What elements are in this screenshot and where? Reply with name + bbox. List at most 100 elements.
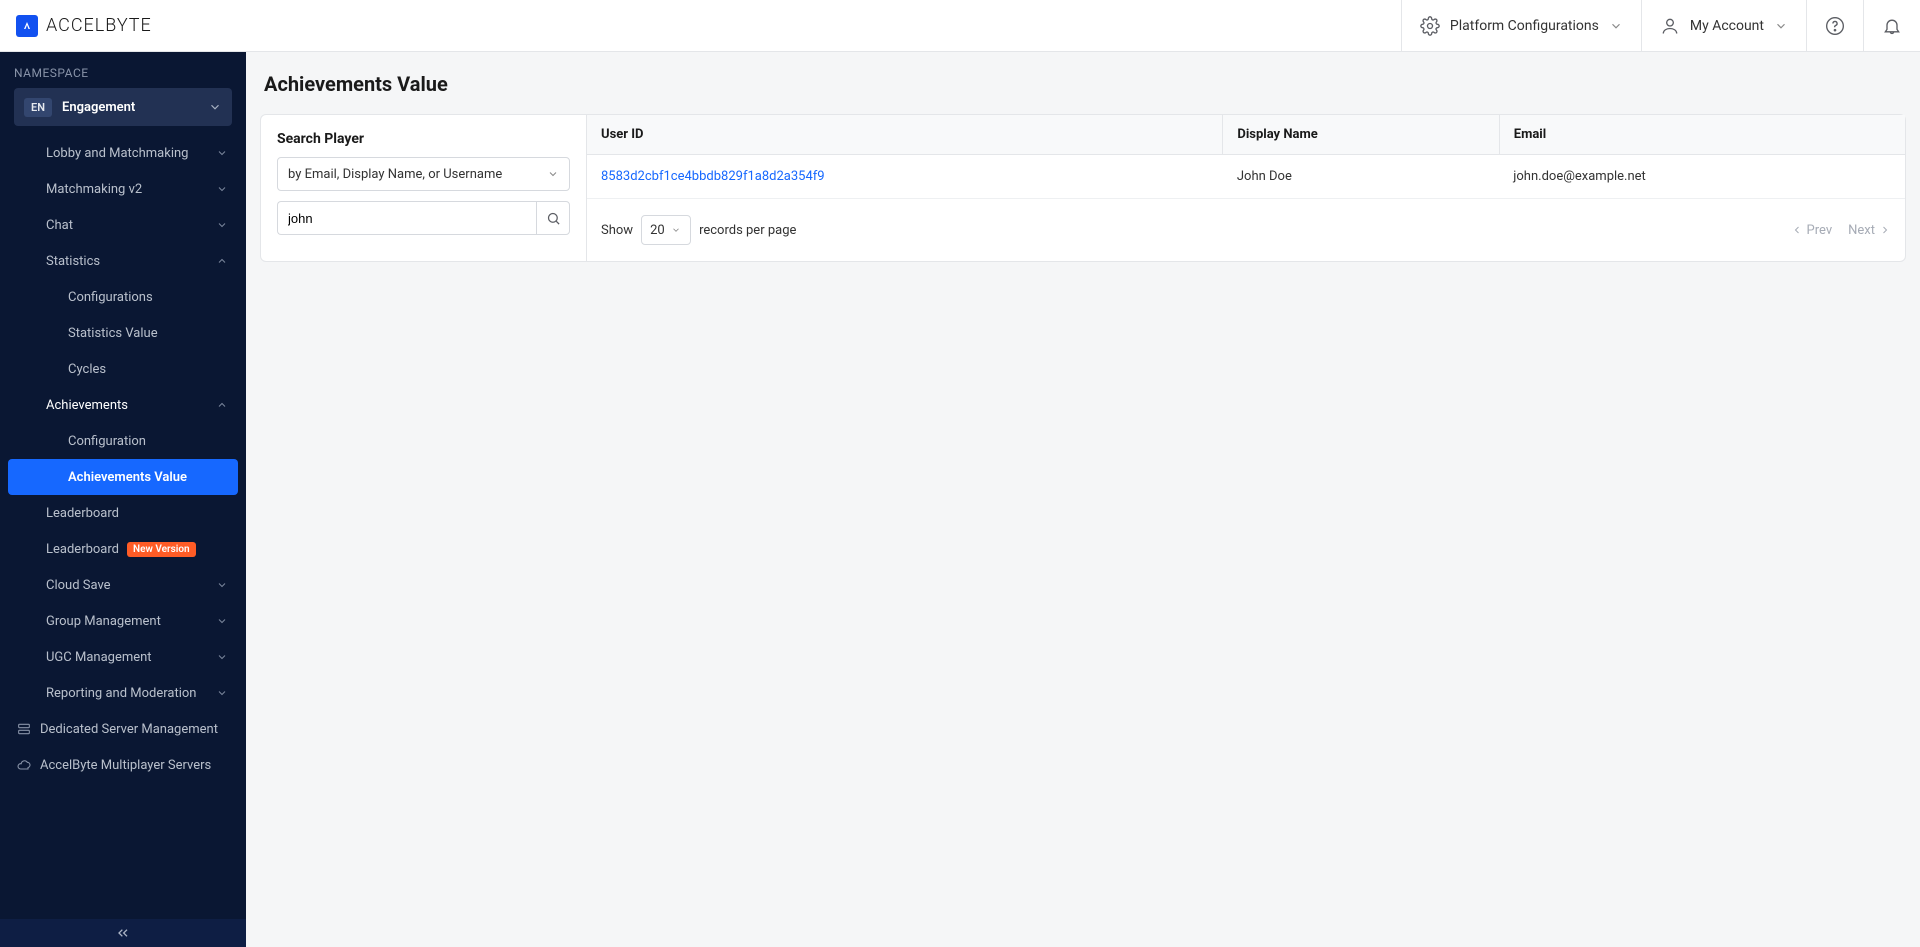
- sidebar-item-statistics-cycles[interactable]: Cycles: [0, 351, 246, 387]
- content: Achievements Value Search Player by Emai…: [246, 52, 1920, 947]
- help-button[interactable]: [1806, 0, 1863, 51]
- nav-label: Chat: [46, 218, 73, 233]
- chevron-down-icon: [1609, 19, 1623, 33]
- cloud-icon: [16, 757, 32, 773]
- chevron-down-icon: [547, 168, 559, 180]
- chevron-down-icon: [671, 225, 681, 235]
- notifications-button[interactable]: [1863, 0, 1920, 51]
- nav-label: UGC Management: [46, 650, 152, 665]
- my-account-menu[interactable]: My Account: [1641, 0, 1806, 51]
- nav-label: Configuration: [68, 434, 146, 449]
- sidebar-nav: Lobby and Matchmaking Matchmaking v2 Cha…: [0, 134, 246, 919]
- help-icon: [1825, 16, 1845, 36]
- bell-icon: [1882, 16, 1902, 36]
- chevron-down-icon: [216, 147, 228, 159]
- nav-label: Reporting and Moderation: [46, 686, 196, 701]
- page-size-value: 20: [650, 223, 665, 238]
- sidebar-item-accelbyte-multiplayer-servers[interactable]: AccelByte Multiplayer Servers: [0, 747, 246, 783]
- namespace-tag: EN: [24, 98, 52, 117]
- main-panel: Search Player by Email, Display Name, or…: [260, 114, 1906, 262]
- namespace-selector[interactable]: EN Engagement: [14, 88, 232, 126]
- nav-label: Cycles: [68, 362, 106, 377]
- search-mode-value: by Email, Display Name, or Username: [288, 167, 502, 182]
- sidebar-collapse-button[interactable]: [0, 919, 246, 947]
- search-mode-select[interactable]: by Email, Display Name, or Username: [277, 157, 570, 191]
- th-email: Email: [1499, 115, 1905, 155]
- brand[interactable]: ACCELBYTE: [0, 0, 246, 51]
- topbar: ACCELBYTE Platform Configurations My Acc…: [0, 0, 1920, 52]
- chevron-down-icon: [216, 651, 228, 663]
- pager-prev-label: Prev: [1807, 223, 1833, 238]
- page-size-select[interactable]: 20: [641, 215, 691, 245]
- chevron-down-icon: [216, 615, 228, 627]
- pager-next-label: Next: [1848, 223, 1875, 238]
- chevron-down-icon: [1774, 19, 1788, 33]
- nav-label: Lobby and Matchmaking: [46, 146, 188, 161]
- nav-label: Matchmaking v2: [46, 182, 142, 197]
- my-account-label: My Account: [1690, 18, 1764, 34]
- nav-label: Statistics Value: [68, 326, 158, 341]
- search-input[interactable]: [277, 201, 536, 235]
- pager: Show 20 records per page Prev Next: [587, 199, 1905, 245]
- page-title: Achievements Value: [246, 52, 1920, 114]
- pager-show-label: Show: [601, 223, 633, 238]
- new-version-badge: New Version: [127, 542, 196, 557]
- sidebar-item-achievements[interactable]: Achievements: [0, 387, 246, 423]
- pager-prev-button[interactable]: Prev: [1791, 223, 1833, 238]
- pager-next-button[interactable]: Next: [1848, 223, 1891, 238]
- platform-config-menu[interactable]: Platform Configurations: [1401, 0, 1641, 51]
- sidebar-item-group-management[interactable]: Group Management: [0, 603, 246, 639]
- sidebar-item-dedicated-server-management[interactable]: Dedicated Server Management: [0, 711, 246, 747]
- chevron-down-icon: [208, 100, 222, 114]
- chevron-down-icon: [216, 579, 228, 591]
- server-icon: [16, 721, 32, 737]
- nav-label: Group Management: [46, 614, 161, 629]
- platform-config-label: Platform Configurations: [1450, 18, 1599, 34]
- sidebar-item-reporting-moderation[interactable]: Reporting and Moderation: [0, 675, 246, 711]
- sidebar-item-achievements-value[interactable]: Achievements Value: [8, 459, 238, 495]
- nav-label: Configurations: [68, 290, 153, 305]
- sidebar-item-leaderboard[interactable]: Leaderboard: [0, 495, 246, 531]
- results-table: User ID Display Name Email 8583d2cbf1ce4…: [587, 115, 1905, 199]
- nav-label: Cloud Save: [46, 578, 111, 593]
- chevron-down-icon: [216, 183, 228, 195]
- namespace-name: Engagement: [62, 100, 198, 115]
- nav-label: Dedicated Server Management: [40, 722, 218, 737]
- search-button[interactable]: [536, 201, 570, 235]
- user-id-link[interactable]: 8583d2cbf1ce4bbdb829f1a8d2a354f9: [601, 169, 825, 184]
- sidebar-item-leaderboard-new[interactable]: Leaderboard New Version: [0, 531, 246, 567]
- nav-label: Achievements: [46, 398, 128, 413]
- sidebar-item-statistics[interactable]: Statistics: [0, 243, 246, 279]
- search-heading: Search Player: [277, 131, 570, 147]
- chevron-down-icon: [216, 219, 228, 231]
- th-display-name: Display Name: [1223, 115, 1499, 155]
- search-icon: [546, 211, 561, 226]
- sidebar-item-cloud-save[interactable]: Cloud Save: [0, 567, 246, 603]
- sidebar-item-matchmaking-v2[interactable]: Matchmaking v2: [0, 171, 246, 207]
- brand-text: ACCELBYTE: [46, 15, 152, 36]
- chevron-left-icon: [1791, 224, 1803, 236]
- sidebar-item-lobby-matchmaking[interactable]: Lobby and Matchmaking: [0, 135, 246, 171]
- chevron-double-left-icon: [115, 925, 131, 941]
- sidebar-item-ugc-management[interactable]: UGC Management: [0, 639, 246, 675]
- results-panel: User ID Display Name Email 8583d2cbf1ce4…: [587, 115, 1905, 261]
- nav-label: Statistics: [46, 254, 100, 269]
- gear-icon: [1420, 16, 1440, 36]
- sidebar-item-achievements-configuration[interactable]: Configuration: [0, 423, 246, 459]
- display-name-cell: John Doe: [1223, 155, 1499, 199]
- sidebar-item-statistics-configurations[interactable]: Configurations: [0, 279, 246, 315]
- chevron-up-icon: [216, 255, 228, 267]
- user-icon: [1660, 16, 1680, 36]
- chevron-right-icon: [1879, 224, 1891, 236]
- sidebar-item-statistics-value[interactable]: Statistics Value: [0, 315, 246, 351]
- chevron-up-icon: [216, 399, 228, 411]
- sidebar: NAMESPACE EN Engagement Lobby and Matchm…: [0, 52, 246, 947]
- chevron-down-icon: [216, 687, 228, 699]
- brand-logo-icon: [16, 15, 38, 37]
- email-cell: john.doe@example.net: [1499, 155, 1905, 199]
- namespace-label: NAMESPACE: [0, 52, 246, 88]
- sidebar-item-chat[interactable]: Chat: [0, 207, 246, 243]
- table-row: 8583d2cbf1ce4bbdb829f1a8d2a354f9 John Do…: [587, 155, 1905, 199]
- nav-label: AccelByte Multiplayer Servers: [40, 758, 211, 773]
- nav-label: Achievements Value: [68, 470, 187, 485]
